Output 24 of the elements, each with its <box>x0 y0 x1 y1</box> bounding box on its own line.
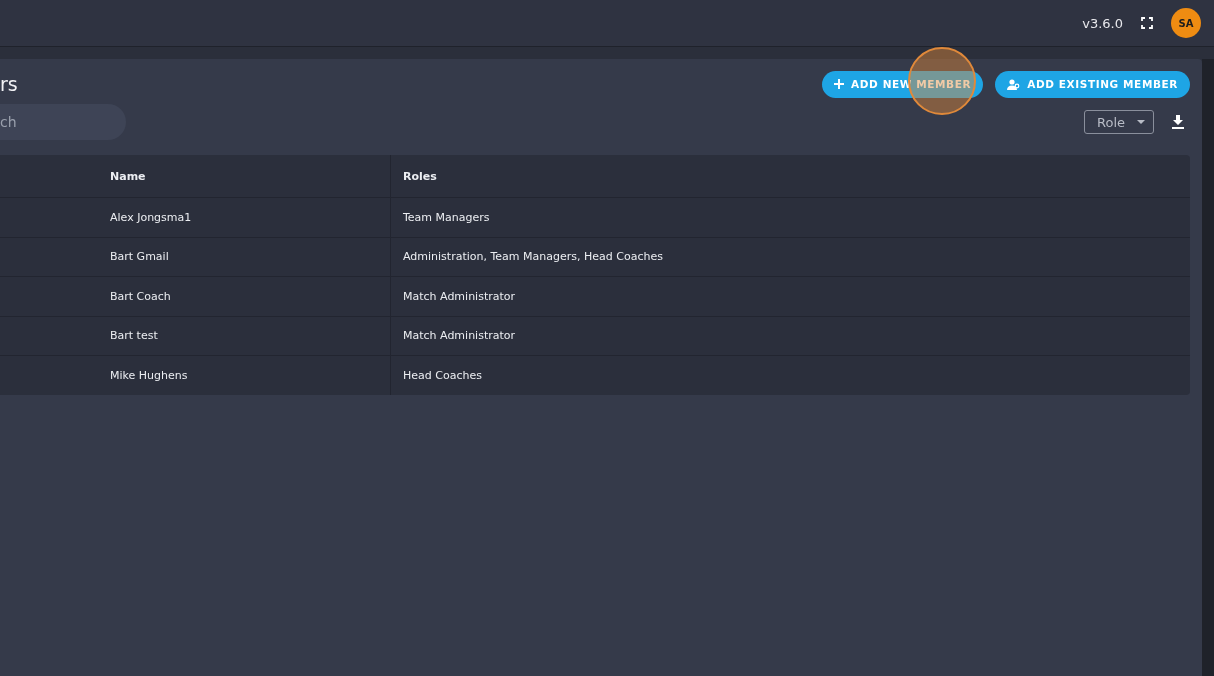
download-icon[interactable] <box>1172 115 1184 129</box>
table-cell: Administration, Team Managers, Head Coaches <box>390 237 1190 276</box>
table-cell-text: Bart test <box>109 328 159 345</box>
table-cell-text: Mike Hughens <box>109 367 189 384</box>
table-cell: Match Administrator <box>390 277 1190 316</box>
table-cell: Head Coaches <box>390 356 1190 395</box>
user-avatar[interactable]: SA <box>1171 8 1201 38</box>
version-label: v3.6.0 <box>1082 15 1123 31</box>
column-header: Name <box>109 168 147 185</box>
person-search-icon <box>1007 78 1021 90</box>
role-dropdown[interactable]: Role <box>1084 110 1154 134</box>
table-cell-text: Alex Jongsma1 <box>109 209 193 226</box>
caret-icon <box>1137 120 1145 124</box>
table-cell-text: Bart Gmail <box>109 249 170 266</box>
fullscreen-icon[interactable] <box>1141 17 1153 29</box>
search-field[interactable]: ch <box>0 104 126 140</box>
column-header: Roles <box>390 155 1190 197</box>
page-title: rs <box>0 73 18 95</box>
table-cell: Match Administrator <box>390 316 1190 355</box>
table-cell-text: Bart Coach <box>109 288 172 305</box>
table-cell: Team Managers <box>390 198 1190 237</box>
scrollbar-track[interactable] <box>1202 59 1214 676</box>
add-member-button[interactable]: ADD EXISTING MEMBER <box>995 70 1190 98</box>
plus-icon <box>834 79 845 89</box>
